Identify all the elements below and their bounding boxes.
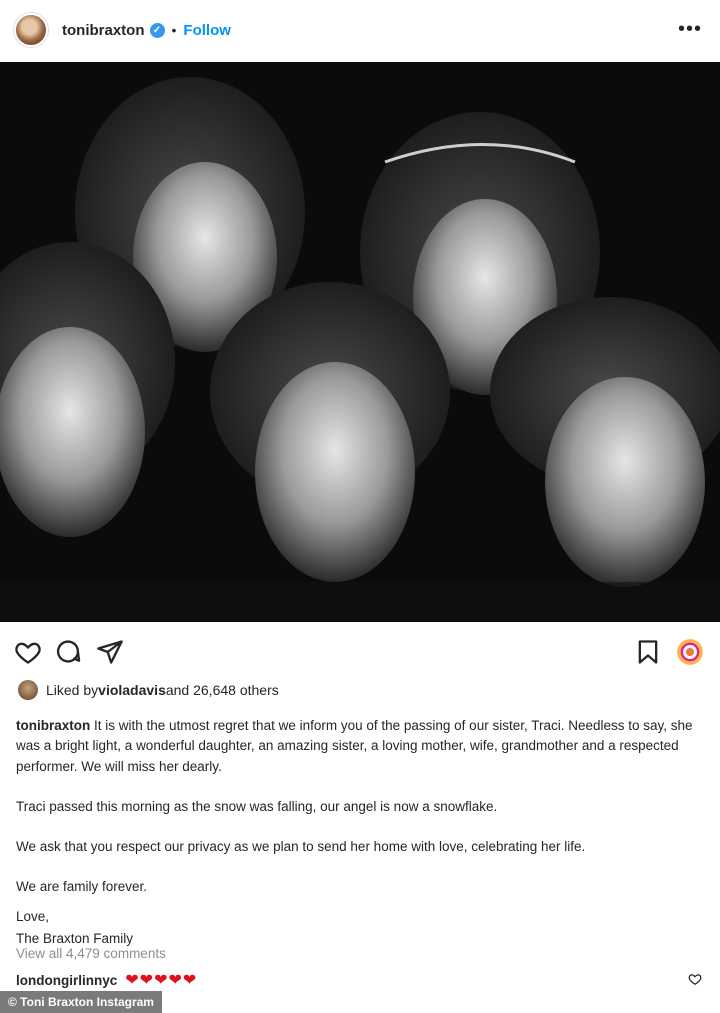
bookmark-icon[interactable]: [634, 638, 662, 666]
caption-paragraph-3: We ask that you respect our privacy as w…: [16, 839, 586, 854]
comment-like-heart-icon[interactable]: [688, 972, 702, 986]
photo-illustration: [0, 62, 720, 622]
post-username[interactable]: tonibraxton: [62, 22, 145, 39]
liker-avatar: [18, 680, 38, 700]
follow-button[interactable]: Follow: [183, 22, 231, 39]
action-bar: [0, 632, 720, 672]
likes-prefix: Liked by: [46, 682, 99, 698]
likes-summary[interactable]: Liked by violadavis and 26,648 others: [18, 680, 279, 700]
caption-text-1: It is with the utmost regret that we inf…: [16, 718, 693, 774]
header-separator: •: [171, 22, 177, 38]
verified-badge-icon: ✓: [149, 22, 165, 38]
likes-suffix: and 26,648 others: [165, 682, 279, 698]
comment-bubble-icon[interactable]: [54, 638, 82, 666]
comment-username[interactable]: londongirlinnyc: [16, 973, 117, 988]
share-send-icon[interactable]: [96, 638, 124, 666]
post-header: tonibraxton ✓ • Follow •••: [0, 0, 720, 60]
caption-paragraph-1: tonibraxton It is with the utmost regret…: [16, 716, 706, 777]
comment-hearts: ❤❤❤❤❤: [125, 972, 198, 989]
liker-username[interactable]: violadavis: [98, 682, 166, 698]
post-photo[interactable]: [0, 62, 720, 622]
photo-credit: © Toni Braxton Instagram: [0, 991, 162, 1013]
caption-paragraph-4: We are family forever.: [16, 879, 148, 895]
caption-signoff: Love, The Braxton Family: [16, 906, 133, 949]
like-heart-icon[interactable]: [14, 638, 42, 666]
more-options-icon[interactable]: •••: [678, 18, 702, 41]
gift-badge-icon[interactable]: [676, 638, 704, 666]
post-caption: tonibraxton It is with the utmost regret…: [16, 716, 706, 918]
caption-paragraph-2: Traci passed this morning as the snow wa…: [16, 798, 498, 814]
view-all-comments-link[interactable]: View all 4,479 comments: [16, 946, 166, 961]
profile-avatar[interactable]: [14, 13, 48, 47]
signoff-love: Love,: [16, 909, 50, 924]
top-comment: londongirlinnyc ❤❤❤❤❤: [16, 970, 197, 990]
caption-author[interactable]: tonibraxton: [16, 718, 90, 733]
